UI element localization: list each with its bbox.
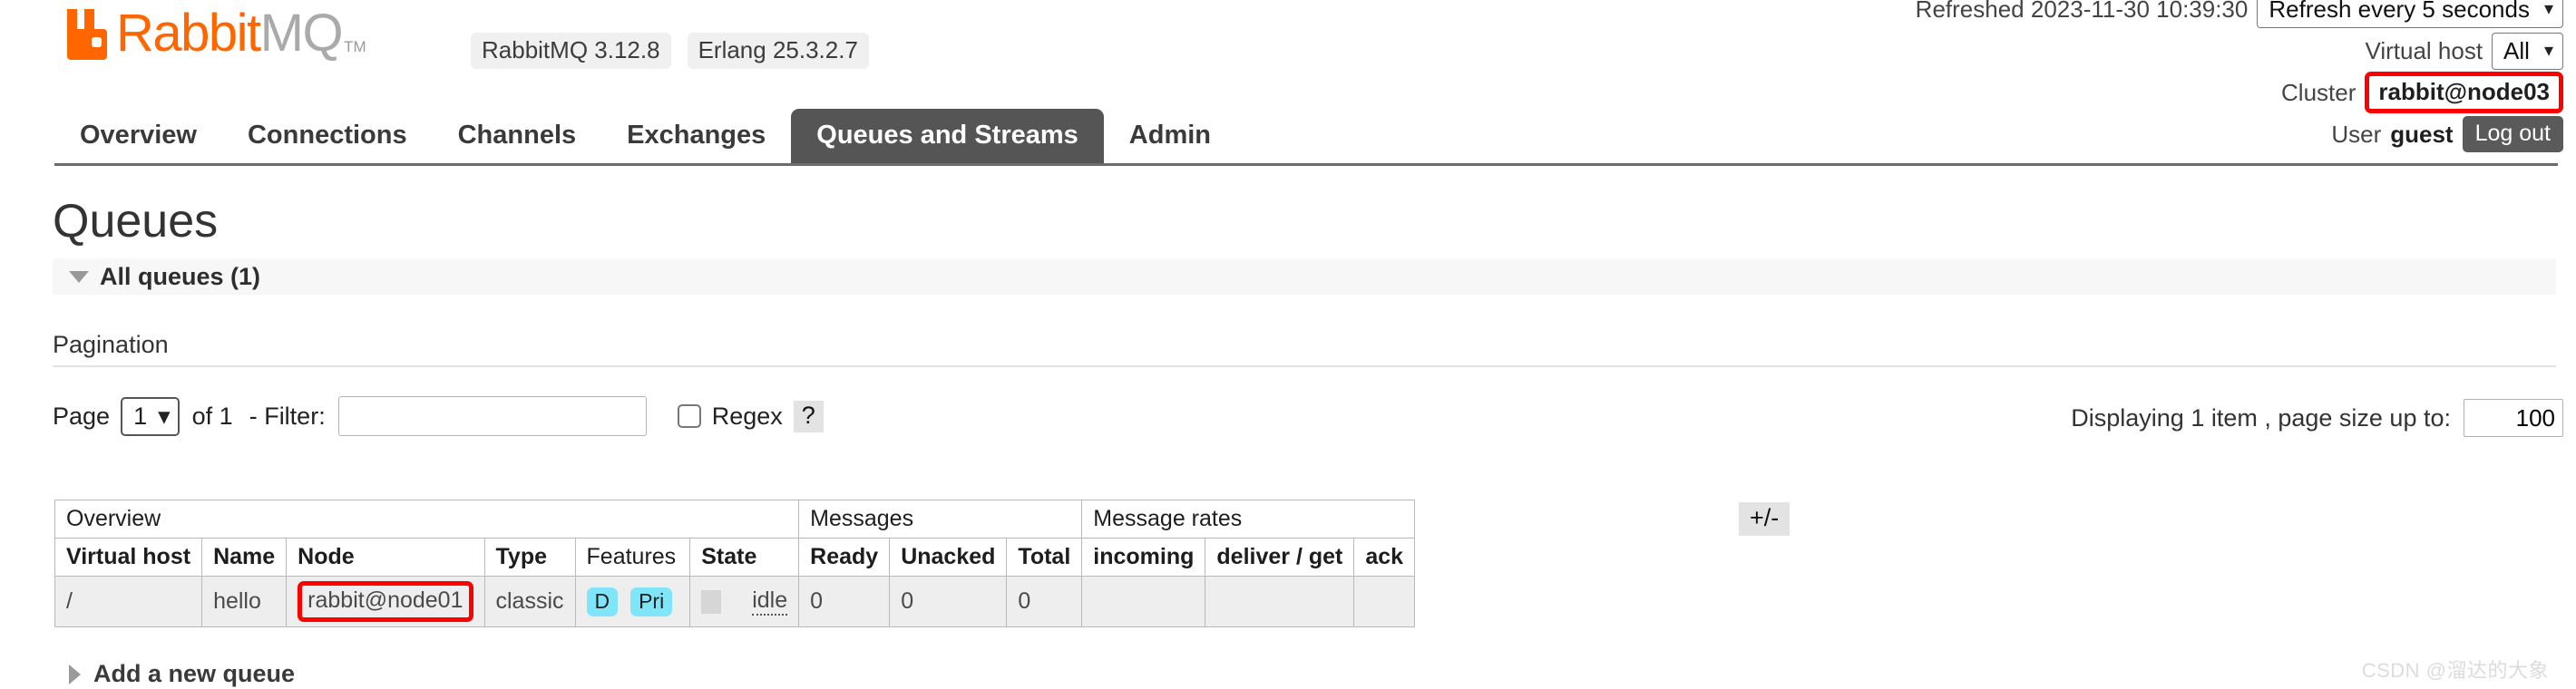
refreshed-timestamp: Refreshed 2023-11-30 10:39:30 [1915,0,2249,23]
regex-label: Regex [711,402,783,430]
tab-channels[interactable]: Channels [433,109,602,163]
column-header-incoming[interactable]: incoming [1081,538,1206,577]
logo-trademark: TM [344,38,366,55]
column-header-ready[interactable]: Ready [798,538,891,577]
toggle-columns-button[interactable]: +/- [1739,502,1791,536]
refresh-interval-value: Refresh every 5 seconds [2269,0,2530,23]
logo-text-mq: MQ [259,4,344,63]
vhost-label: Virtual host [2365,36,2483,64]
feature-badge-durable: D [586,587,619,616]
cell-type: classic [483,576,576,627]
page-number-select[interactable]: 1 ▾ [121,396,180,436]
page-number-value: 1 [133,402,148,430]
tab-admin[interactable]: Admin [1104,109,1236,163]
tab-exchanges[interactable]: Exchanges [601,109,791,163]
rabbitmq-version-badge: RabbitMQ 3.12.8 [471,33,671,69]
cluster-name: rabbit@node03 [2378,78,2550,105]
regex-option: Regex ? [677,400,824,432]
tab-connections[interactable]: Connections [222,109,433,163]
column-header-name[interactable]: Name [201,538,288,577]
group-header-message-rates: Message rates [1081,500,1416,539]
cell-ready: 0 [798,576,891,627]
rabbitmq-management-page: Rabbit MQ TM RabbitMQ 3.12.8 Erlang 25.3… [0,0,2576,689]
cell-node: rabbit@node01 [286,576,485,627]
tab-overview[interactable]: Overview [54,109,222,163]
chevron-right-icon [69,664,81,684]
table-column-header-row: Virtual host Name Node Type Features Sta… [54,538,1416,577]
column-header-unacked[interactable]: Unacked [889,538,1008,577]
regex-help-icon[interactable]: ? [793,400,824,432]
group-header-messages: Messages [798,500,1083,539]
chevron-down-icon: ▾ [158,402,171,430]
main-navigation: Overview Connections Channels Exchanges … [0,107,2576,163]
cell-incoming [1081,576,1206,627]
column-header-type[interactable]: Type [483,538,576,577]
tab-queues-and-streams[interactable]: Queues and Streams [791,109,1104,163]
filter-input[interactable] [337,396,647,436]
page-size-input[interactable] [2464,399,2563,437]
column-header-node[interactable]: Node [286,538,485,577]
chevron-down-icon [69,270,89,283]
chevron-down-icon: ▾ [2543,40,2553,61]
refresh-interval-select[interactable]: Refresh every 5 seconds ▾ [2257,0,2563,28]
cell-virtual-host: / [54,576,203,627]
cell-deliver-get [1205,576,1355,627]
cell-ack [1353,576,1416,627]
cluster-label: Cluster [2281,78,2356,106]
nav-divider [54,163,2558,166]
column-header-state[interactable]: State [689,538,800,577]
column-header-ack[interactable]: ack [1353,538,1416,577]
displaying-info: Displaying 1 item , page size up to: [2071,399,2563,437]
cluster-row: Cluster rabbit@node03 [1916,72,2563,113]
queues-table-wrapper: Overview Messages Message rates Virtual … [54,500,1416,627]
group-header-overview: Overview [54,500,800,539]
vhost-value: All [2503,36,2530,64]
queues-table: Overview Messages Message rates Virtual … [54,500,1416,627]
page-label: Page [53,402,111,430]
all-queues-section-header[interactable]: All queues (1) [53,258,2556,295]
state-indicator-icon [701,589,722,614]
watermark: CSDN @溜达的大象 [2361,659,2549,682]
cell-total: 0 [1006,576,1083,627]
state-text: idle [752,587,788,616]
rabbitmq-logo[interactable]: Rabbit MQ TM [63,7,366,60]
cell-state: idle [689,576,800,627]
pagination-controls: Page 1 ▾ of 1 - Filter: Regex ? [53,396,824,436]
refresh-row: Refreshed 2023-11-30 10:39:30 Refresh ev… [1915,0,2563,28]
column-header-features: Features [574,538,691,577]
add-new-queue-label: Add a new queue [93,660,296,687]
displaying-text: Displaying 1 item , page size up to: [2071,403,2451,432]
chevron-down-icon: ▾ [2543,0,2553,19]
pagination-heading: Pagination [53,331,169,358]
vhost-row: Virtual host All ▾ [1916,32,2563,70]
add-new-queue-section[interactable]: Add a new queue [53,660,295,688]
feature-badge-priority: Pri [630,587,673,616]
pagination-divider [53,365,2556,367]
page-title: Queues [53,195,219,247]
table-row: / hello rabbit@node01 classic D Pri idle [54,576,1416,627]
page-count-label: of 1 [191,402,233,430]
version-badges: RabbitMQ 3.12.8 Erlang 25.3.2.7 [471,33,869,69]
column-header-virtual-host[interactable]: Virtual host [54,538,203,577]
regex-checkbox[interactable] [677,404,701,428]
filter-label: - Filter: [249,402,326,430]
all-queues-label: All queues (1) [100,262,261,290]
rabbit-logo-icon [67,9,107,60]
column-header-deliver-get[interactable]: deliver / get [1205,538,1355,577]
erlang-version-badge: Erlang 25.3.2.7 [687,33,869,69]
cell-unacked: 0 [889,576,1008,627]
table-group-header-row: Overview Messages Message rates [54,500,1416,539]
vhost-select[interactable]: All ▾ [2492,32,2563,70]
cell-queue-name[interactable]: hello [201,576,288,627]
logo-text-rabbit: Rabbit [116,4,261,63]
column-header-total[interactable]: Total [1006,538,1083,577]
node-name-highlight: rabbit@node01 [298,581,473,622]
cell-features: D Pri [574,576,691,627]
